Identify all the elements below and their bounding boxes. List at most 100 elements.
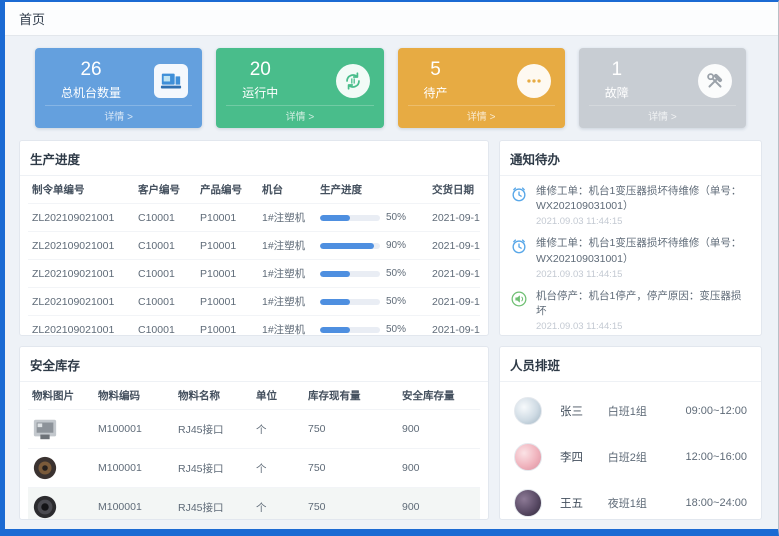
- running-icon: [336, 64, 370, 98]
- material-name: RJ45接口: [174, 410, 252, 449]
- delivery-date: 2021-09-10: [428, 288, 480, 316]
- inventory-table-wrap: 物料图片 物料编码 物料名称 单位 库存现有量 安全库存量: [20, 382, 488, 520]
- schedule-list: 张三 白班1组 09:00~12:00 李四 白班2组 12:00~16:00 …: [500, 382, 761, 520]
- notice-item[interactable]: 机台停产：机台1停产，停产原因：变压器损坏 2021.09.03 11:44:1…: [510, 283, 751, 335]
- notice-body: 机台停产：机台1停产，停产原因：变压器损坏 2021.09.03 11:44:1…: [536, 289, 751, 332]
- staff-shift: 白班1组: [608, 403, 686, 419]
- delivery-date: 2021-09-10: [428, 260, 480, 288]
- order-no: ZL202109021001: [28, 288, 134, 316]
- product-no: P10001: [196, 316, 258, 337]
- pending-icon: [517, 64, 551, 98]
- staff-name: 王五: [560, 495, 608, 511]
- col-customer-no: 客户编号: [134, 176, 196, 204]
- customer-no: C10001: [134, 232, 196, 260]
- customer-no: C10001: [134, 288, 196, 316]
- table-row: M100001 RJ45接口 个 750 900: [28, 410, 480, 449]
- unit: 个: [252, 410, 304, 449]
- stat-card-numbers: 20 运行中: [242, 60, 278, 101]
- product-no: P10001: [196, 288, 258, 316]
- fault-icon: [698, 64, 732, 98]
- material-photo-cell: [28, 449, 94, 488]
- order-no: ZL202109021001: [28, 316, 134, 337]
- stat-card-body: 5 待产: [398, 48, 565, 105]
- col-material-photo: 物料图片: [28, 382, 94, 410]
- progress-bar: [320, 271, 380, 277]
- product-no: P10001: [196, 260, 258, 288]
- stat-card-pending[interactable]: 5 待产 详情 >: [398, 48, 565, 128]
- material-code: M100001: [94, 488, 174, 521]
- progress: 50%: [316, 260, 428, 288]
- rj45-photo: [32, 416, 58, 442]
- panel-grid: 生产进度 制令单编号 客户编号 产品编号 机台 生产进度 交货日期: [19, 140, 762, 520]
- table-row: ZL202109021001 C10001 P10001 1#注塑机 50% 2…: [28, 260, 480, 288]
- avatar: [514, 443, 542, 471]
- panel-title: 人员排班: [500, 347, 761, 382]
- table-row: M100001 RJ45接口 个 750 900: [28, 449, 480, 488]
- stat-value: 26: [80, 60, 101, 81]
- detail-link[interactable]: 详情 >: [408, 105, 555, 128]
- progress: 90%: [316, 232, 428, 260]
- notice-list: 维修工单：机台1变压器损坏待维修（单号：WX202109031001） 2021…: [500, 176, 761, 335]
- staff-name: 李四: [560, 449, 608, 465]
- stat-card-body: 20 运行中: [216, 48, 383, 105]
- order-no: ZL202109021001: [28, 260, 134, 288]
- staff-shift: 白班2组: [608, 449, 686, 465]
- stat-value: 1: [611, 60, 622, 81]
- col-unit: 单位: [252, 382, 304, 410]
- detail-link[interactable]: 详情 >: [589, 105, 736, 128]
- panel-notices: 通知待办 维修工单：机台1变压器损坏待维修（单号：WX202109031001）…: [499, 140, 762, 336]
- stat-label: 总机台数量: [61, 84, 121, 101]
- customer-no: C10001: [134, 260, 196, 288]
- progress-bar: [320, 327, 380, 333]
- detail-link[interactable]: 详情 >: [45, 105, 192, 128]
- panel-title: 安全库存: [20, 347, 488, 382]
- col-delivery-date: 交货日期: [428, 176, 480, 204]
- clock-icon: [510, 236, 529, 260]
- material-name: RJ45接口: [174, 449, 252, 488]
- production-table: 制令单编号 客户编号 产品编号 机台 生产进度 交货日期 ZL202109021…: [28, 176, 480, 336]
- col-order-no: 制令单编号: [28, 176, 134, 204]
- machine: 1#注塑机: [258, 260, 316, 288]
- schedule-row: 张三 白班1组 09:00~12:00: [514, 388, 747, 434]
- safety-stock-qty: 900: [398, 410, 480, 449]
- material-code: M100001: [94, 410, 174, 449]
- stat-card-numbers: 1 故障: [605, 60, 629, 101]
- table-header-row: 制令单编号 客户编号 产品编号 机台 生产进度 交货日期: [28, 176, 480, 204]
- notice-text: 机台停产：机台1停产，停产原因：变压器损坏: [536, 289, 751, 319]
- stat-card-total-machines[interactable]: 26 总机台数量 详情 >: [35, 48, 202, 128]
- stat-cards: 26 总机台数量 详情 >: [35, 48, 746, 128]
- progress-bar: [320, 215, 380, 221]
- material-photo-cell: [28, 488, 94, 521]
- notice-item[interactable]: 维修工单：机台1变压器损坏待维修（单号：WX202109031001） 2021…: [510, 178, 751, 230]
- panel-production-progress: 生产进度 制令单编号 客户编号 产品编号 机台 生产进度 交货日期: [19, 140, 489, 336]
- material-photo-cell: [28, 410, 94, 449]
- stat-label: 故障: [605, 84, 629, 101]
- machine: 1#注塑机: [258, 288, 316, 316]
- progress: 50%: [316, 316, 428, 337]
- notice-body: 维修工单：机台1变压器损坏待维修（单号：WX202109031001） 2021…: [536, 184, 751, 227]
- schedule-row: 李四 白班2组 12:00~16:00: [514, 434, 747, 480]
- stock-qty: 750: [304, 410, 398, 449]
- speaker-photo: [32, 494, 58, 520]
- page-title: 首页: [19, 9, 45, 28]
- order-no: ZL202109021001: [28, 232, 134, 260]
- notice-body: 维修工单：机台1变压器损坏待维修（单号：WX202109031001） 2021…: [536, 236, 751, 279]
- stat-card-fault[interactable]: 1 故障 详情 >: [579, 48, 746, 128]
- stat-card-running[interactable]: 20 运行中 详情 >: [216, 48, 383, 128]
- progress-percent: 90%: [386, 240, 406, 251]
- progress: 50%: [316, 288, 428, 316]
- inventory-table: 物料图片 物料编码 物料名称 单位 库存现有量 安全库存量: [28, 382, 480, 520]
- unit: 个: [252, 449, 304, 488]
- progress-bar: [320, 243, 380, 249]
- notice-item[interactable]: 维修工单：机台1变压器损坏待维修（单号：WX202109031001） 2021…: [510, 230, 751, 282]
- notice-time: 2021.09.03 11:44:15: [536, 269, 751, 280]
- detail-link[interactable]: 详情 >: [226, 105, 373, 128]
- notice-time: 2021.09.03 11:44:15: [536, 216, 751, 227]
- stat-card-body: 26 总机台数量: [35, 48, 202, 105]
- stock-qty: 750: [304, 488, 398, 521]
- stat-label: 运行中: [242, 84, 278, 101]
- clock-icon: [510, 184, 529, 208]
- delivery-date: 2021-09-10: [428, 316, 480, 337]
- unit: 个: [252, 488, 304, 521]
- stat-value: 20: [250, 60, 271, 81]
